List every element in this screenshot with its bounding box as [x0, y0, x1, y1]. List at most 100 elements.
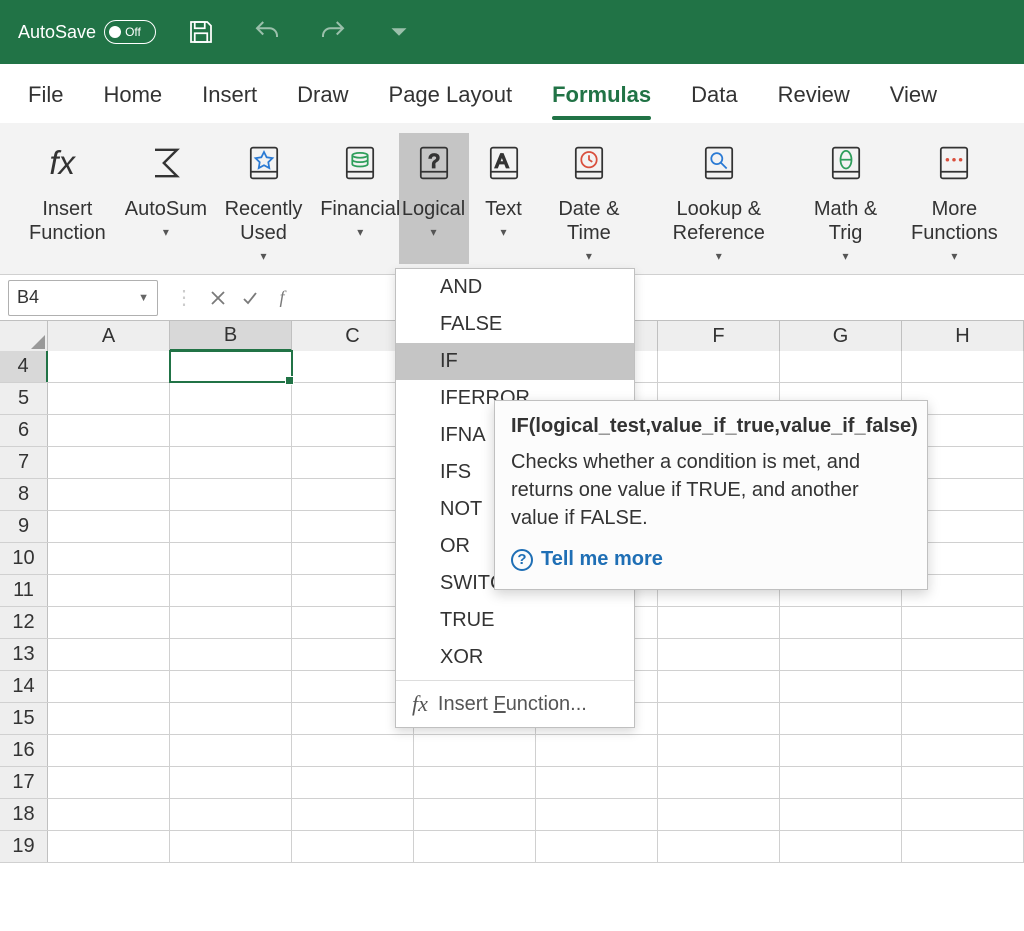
row-header-9[interactable]: 9 — [0, 511, 48, 542]
cell-H15[interactable] — [902, 703, 1024, 734]
redo-icon[interactable] — [312, 11, 354, 53]
cell-A4[interactable] — [48, 351, 170, 382]
cell-C17[interactable] — [292, 767, 414, 798]
cell-H16[interactable] — [902, 735, 1024, 766]
tab-insert[interactable]: Insert — [202, 82, 257, 108]
row-header-5[interactable]: 5 — [0, 383, 48, 414]
ribbon-date-time[interactable]: Date & Time ▾ — [539, 133, 640, 264]
cell-F18[interactable] — [658, 799, 780, 830]
cell-A14[interactable] — [48, 671, 170, 702]
row-header-11[interactable]: 11 — [0, 575, 48, 606]
cell-E17[interactable] — [536, 767, 658, 798]
dropdown-item-false[interactable]: FALSE — [396, 306, 634, 343]
cell-H19[interactable] — [902, 831, 1024, 862]
tell-me-more-link[interactable]: ? Tell me more — [511, 548, 911, 571]
cancel-icon[interactable] — [202, 282, 234, 314]
cell-F17[interactable] — [658, 767, 780, 798]
row-header-19[interactable]: 19 — [0, 831, 48, 862]
undo-icon[interactable] — [246, 11, 288, 53]
tab-file[interactable]: File — [28, 82, 63, 108]
row-header-8[interactable]: 8 — [0, 479, 48, 510]
cell-G18[interactable] — [780, 799, 902, 830]
cell-B18[interactable] — [170, 799, 292, 830]
cell-D18[interactable] — [414, 799, 536, 830]
cell-B13[interactable] — [170, 639, 292, 670]
cell-F15[interactable] — [658, 703, 780, 734]
cell-E19[interactable] — [536, 831, 658, 862]
cell-G17[interactable] — [780, 767, 902, 798]
cell-F16[interactable] — [658, 735, 780, 766]
name-box[interactable]: B4 ▼ — [8, 280, 158, 316]
row-header-12[interactable]: 12 — [0, 607, 48, 638]
cell-A5[interactable] — [48, 383, 170, 414]
tab-page-layout[interactable]: Page Layout — [389, 82, 513, 108]
cell-G16[interactable] — [780, 735, 902, 766]
tab-view[interactable]: View — [890, 82, 937, 108]
cell-C18[interactable] — [292, 799, 414, 830]
cell-G13[interactable] — [780, 639, 902, 670]
cell-H18[interactable] — [902, 799, 1024, 830]
row-header-6[interactable]: 6 — [0, 415, 48, 446]
dropdown-item-if[interactable]: IF — [396, 343, 634, 380]
col-header-g[interactable]: G — [780, 321, 902, 351]
cell-B7[interactable] — [170, 447, 292, 478]
cell-G19[interactable] — [780, 831, 902, 862]
ribbon-recently-used[interactable]: Recently Used ▾ — [205, 133, 322, 264]
col-header-f[interactable]: F — [658, 321, 780, 351]
cell-B16[interactable] — [170, 735, 292, 766]
ribbon-insert-function[interactable]: fx Insert Function — [8, 133, 127, 264]
cell-A6[interactable] — [48, 415, 170, 446]
ribbon-text[interactable]: A Text ▾ — [469, 133, 539, 264]
qat-more-icon[interactable] — [378, 11, 420, 53]
cell-A11[interactable] — [48, 575, 170, 606]
cell-B9[interactable] — [170, 511, 292, 542]
cell-A7[interactable] — [48, 447, 170, 478]
save-icon[interactable] — [180, 11, 222, 53]
cell-E16[interactable] — [536, 735, 658, 766]
autosave-toggle[interactable]: AutoSave Off — [18, 20, 156, 44]
dropdown-item-and[interactable]: AND — [396, 269, 634, 306]
cell-B11[interactable] — [170, 575, 292, 606]
tab-formulas[interactable]: Formulas — [552, 82, 651, 108]
cell-F12[interactable] — [658, 607, 780, 638]
cell-A8[interactable] — [48, 479, 170, 510]
cell-F19[interactable] — [658, 831, 780, 862]
cell-H4[interactable] — [902, 351, 1024, 382]
dropdown-insert-function[interactable]: fxInsert Function... — [396, 681, 634, 727]
cell-G15[interactable] — [780, 703, 902, 734]
row-header-13[interactable]: 13 — [0, 639, 48, 670]
tab-draw[interactable]: Draw — [297, 82, 348, 108]
dropdown-item-true[interactable]: TRUE — [396, 602, 634, 639]
ribbon-logical[interactable]: ? Logical ▾ — [399, 133, 469, 264]
cell-B17[interactable] — [170, 767, 292, 798]
fx-icon[interactable]: f — [266, 282, 298, 314]
cell-A10[interactable] — [48, 543, 170, 574]
cell-A13[interactable] — [48, 639, 170, 670]
row-header-18[interactable]: 18 — [0, 799, 48, 830]
cell-A18[interactable] — [48, 799, 170, 830]
cell-A17[interactable] — [48, 767, 170, 798]
cell-G12[interactable] — [780, 607, 902, 638]
autosave-switch[interactable]: Off — [104, 20, 156, 44]
ribbon-financial[interactable]: Financial ▾ — [322, 133, 399, 264]
cell-A9[interactable] — [48, 511, 170, 542]
row-header-10[interactable]: 10 — [0, 543, 48, 574]
col-header-b[interactable]: B — [170, 321, 292, 351]
row-header-14[interactable]: 14 — [0, 671, 48, 702]
cell-F14[interactable] — [658, 671, 780, 702]
cell-G4[interactable] — [780, 351, 902, 382]
cell-A19[interactable] — [48, 831, 170, 862]
cell-B14[interactable] — [170, 671, 292, 702]
cell-A15[interactable] — [48, 703, 170, 734]
row-header-17[interactable]: 17 — [0, 767, 48, 798]
cell-H12[interactable] — [902, 607, 1024, 638]
cell-B10[interactable] — [170, 543, 292, 574]
cell-B15[interactable] — [170, 703, 292, 734]
name-box-caret-icon[interactable]: ▼ — [138, 292, 149, 304]
cell-H13[interactable] — [902, 639, 1024, 670]
ribbon-autosum[interactable]: AutoSum ▾ — [127, 133, 205, 264]
ribbon-math-trig[interactable]: Math & Trig ▾ — [798, 133, 892, 264]
cell-H14[interactable] — [902, 671, 1024, 702]
select-all-corner[interactable] — [0, 321, 48, 351]
col-header-h[interactable]: H — [902, 321, 1024, 351]
